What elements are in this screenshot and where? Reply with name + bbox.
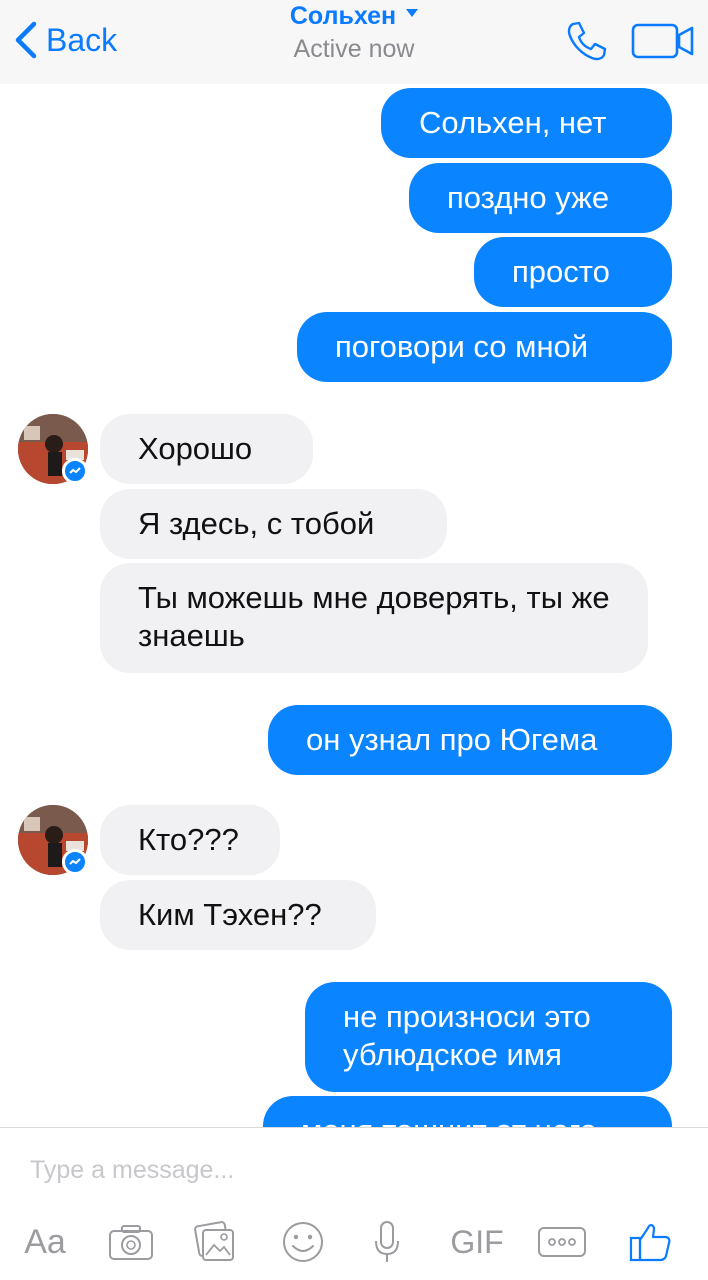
more-options-icon xyxy=(538,1227,586,1257)
incoming-message[interactable]: Я здесь, с тобой xyxy=(100,489,447,559)
composer-toolbar: Aa GIF xyxy=(0,1216,708,1268)
emoji-button[interactable] xyxy=(276,1216,330,1268)
chevron-down-icon xyxy=(406,8,419,17)
messenger-badge-icon xyxy=(62,458,88,484)
gif-button[interactable]: GIF xyxy=(446,1216,508,1268)
outgoing-message[interactable]: меня тошнит от него xyxy=(263,1096,672,1127)
more-options-button[interactable] xyxy=(534,1216,590,1268)
like-button[interactable] xyxy=(624,1216,676,1268)
chat-header: Back Сольхен Active now xyxy=(0,0,708,84)
video-call-button[interactable] xyxy=(628,18,698,64)
photo-gallery-icon xyxy=(194,1221,234,1261)
outgoing-message[interactable]: поздно уже xyxy=(409,163,672,233)
microphone-icon xyxy=(375,1221,399,1262)
outgoing-message[interactable]: просто xyxy=(474,237,672,307)
outgoing-message[interactable]: он узнал про Югема xyxy=(268,705,672,775)
message-list[interactable]: Сольхен, нет поздно уже просто поговори … xyxy=(0,84,708,1127)
voice-message-button[interactable] xyxy=(362,1216,412,1268)
back-button[interactable]: Back xyxy=(12,18,117,62)
text-format-button[interactable]: Aa xyxy=(18,1216,72,1268)
emoji-icon xyxy=(283,1222,323,1262)
call-button[interactable] xyxy=(560,18,612,64)
conversation-title-area[interactable]: Сольхен Active now xyxy=(200,2,508,64)
outgoing-message[interactable]: поговори со мной xyxy=(297,312,672,382)
camera-button[interactable] xyxy=(104,1216,158,1268)
contact-name[interactable]: Сольхен xyxy=(290,2,419,31)
thumbs-up-icon xyxy=(629,1224,671,1262)
incoming-message[interactable]: Ты можешь мне доверять, ты же знаешь xyxy=(100,563,648,673)
outgoing-message[interactable]: Сольхен, нет xyxy=(381,88,672,158)
message-composer: Aa xyxy=(0,1127,708,1280)
photo-gallery-button[interactable] xyxy=(188,1216,242,1268)
phone-icon xyxy=(567,21,607,61)
messenger-badge-icon xyxy=(62,849,88,875)
back-label: Back xyxy=(46,21,118,58)
camera-icon xyxy=(109,1225,153,1260)
status-text: Active now xyxy=(293,35,415,63)
incoming-message[interactable]: Ким Тэхен?? xyxy=(100,880,376,950)
back-chevron-icon xyxy=(15,21,37,59)
video-camera-icon xyxy=(631,23,694,59)
incoming-message[interactable]: Кто??? xyxy=(100,805,280,875)
incoming-message[interactable]: Хорошо xyxy=(100,414,313,484)
message-input[interactable] xyxy=(30,1150,670,1190)
outgoing-message[interactable]: не произноси это ублюдское имя xyxy=(305,982,672,1092)
